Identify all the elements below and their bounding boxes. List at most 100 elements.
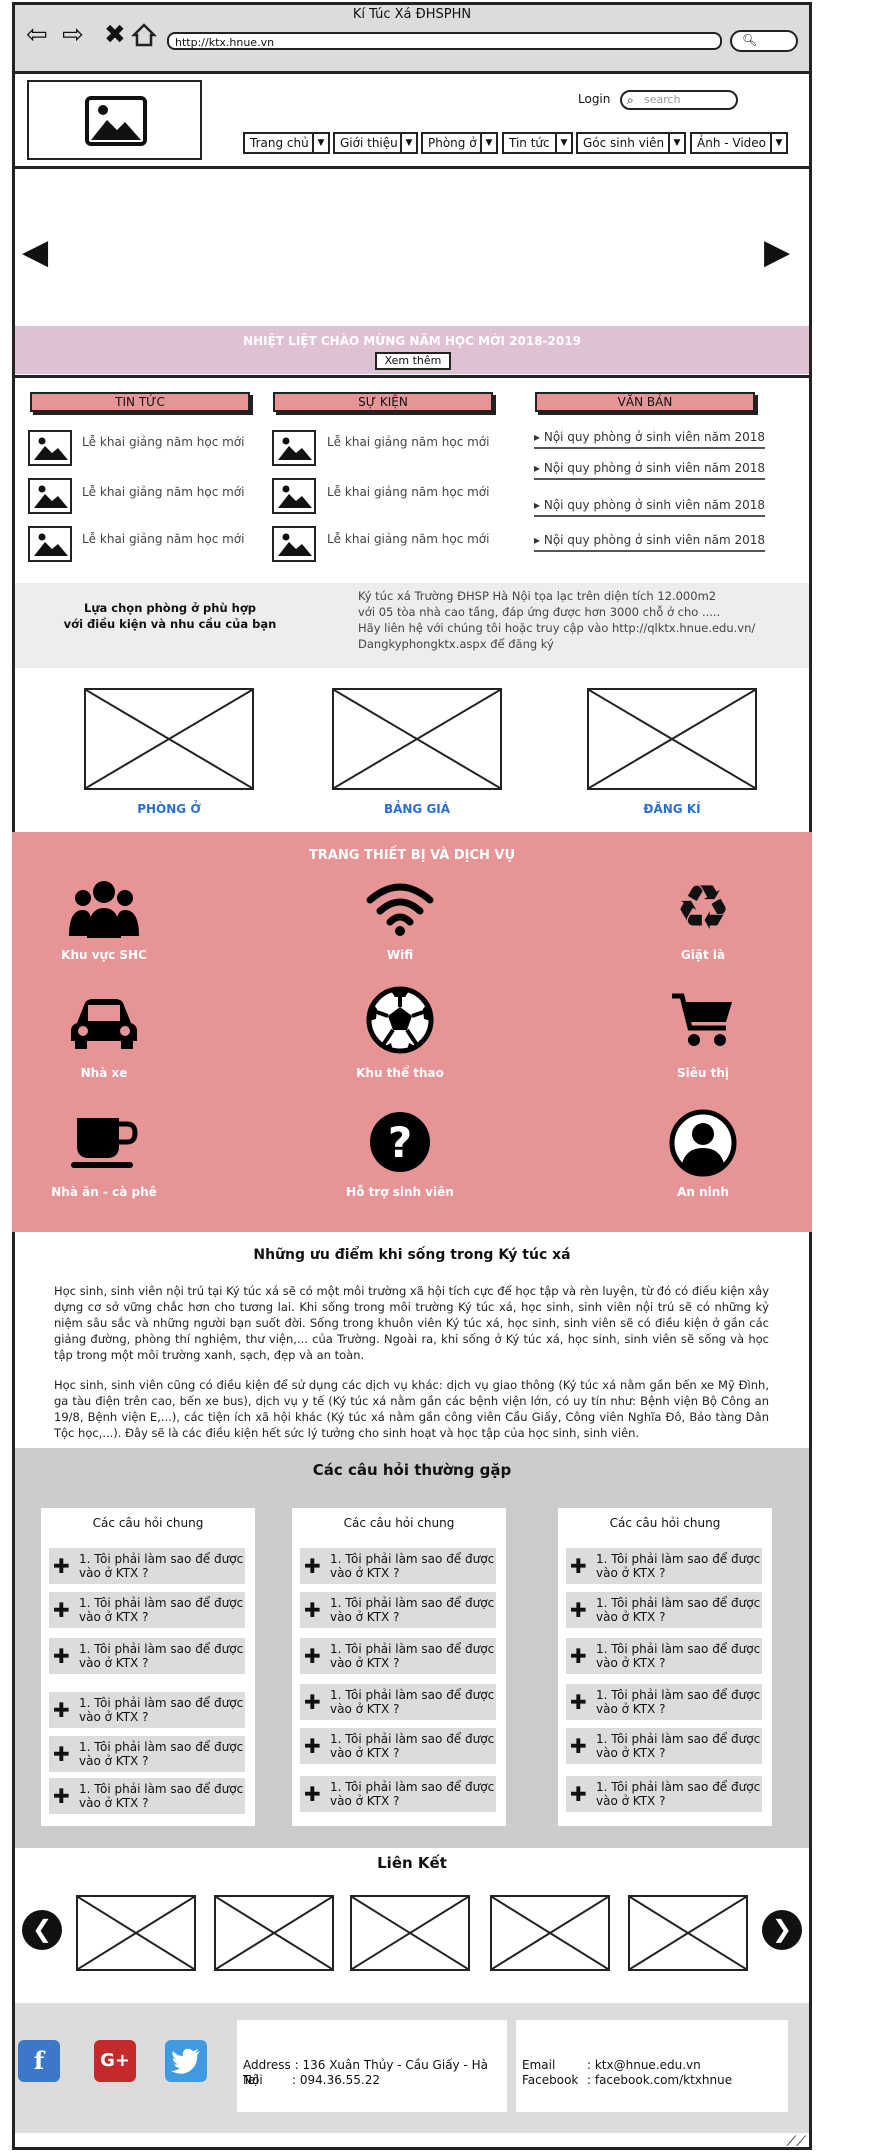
service-label: Nhà ăn - cà phê bbox=[51, 1185, 157, 1199]
dropdown-arrow-icon: ▼ bbox=[668, 134, 684, 152]
contact-box: Email: ktx@hnue.edu.vn Facebook: faceboo… bbox=[516, 2020, 788, 2112]
plus-icon: ✚ bbox=[304, 1734, 321, 1758]
plus-icon: ✚ bbox=[53, 1644, 70, 1668]
faq-item[interactable]: ✚ 1. Tôi phải làm sao để được vào ở KTX ? bbox=[566, 1548, 762, 1584]
banner-text: NHIỆT LIỆT CHÀO MỪNG NĂM HỌC MỚI 2018-20… bbox=[243, 334, 581, 348]
price-image[interactable] bbox=[332, 688, 502, 790]
register-link[interactable]: ĐĂNG KÍ bbox=[587, 802, 757, 816]
event-item[interactable]: Lễ khai giảng năm học mới bbox=[327, 485, 489, 499]
partner-link-image[interactable] bbox=[350, 1895, 470, 1971]
close-icon[interactable]: ✖ bbox=[104, 22, 126, 48]
room-image[interactable] bbox=[84, 688, 254, 790]
news-item[interactable]: Lễ khai giảng năm học mới bbox=[82, 485, 244, 499]
faq-item[interactable]: ✚ 1. Tôi phải làm sao để được vào ở KTX ? bbox=[566, 1592, 762, 1628]
faq-item[interactable]: ✚ 1. Tôi phải làm sao để được vào ở KTX ? bbox=[49, 1736, 245, 1772]
twitter-icon[interactable] bbox=[165, 2040, 207, 2082]
news-thumbnail[interactable] bbox=[28, 430, 72, 466]
dropdown-arrow-icon: ▼ bbox=[400, 134, 416, 152]
plus-icon: ✚ bbox=[570, 1554, 587, 1578]
search-input[interactable]: ⌕ search bbox=[620, 90, 738, 110]
svg-text:?: ? bbox=[388, 1118, 412, 1167]
news-item[interactable]: Lễ khai giảng năm học mới bbox=[82, 532, 244, 546]
see-more-button[interactable]: Xem thêm bbox=[375, 352, 451, 370]
faq-card: Các câu hỏi chung ✚ 1. Tôi phải làm sao đ… bbox=[292, 1508, 506, 1826]
faq-item[interactable]: ✚ 1. Tôi phải làm sao để được vào ở KTX ? bbox=[49, 1638, 245, 1674]
plus-icon: ✚ bbox=[53, 1784, 70, 1808]
room-link[interactable]: PHÒNG Ở bbox=[84, 802, 254, 816]
news-item[interactable]: Lễ khai giảng năm học mới bbox=[82, 435, 244, 449]
faq-card: Các câu hỏi chung ✚ 1. Tôi phải làm sao đ… bbox=[558, 1508, 772, 1826]
register-image[interactable] bbox=[587, 688, 757, 790]
faq-item[interactable]: ✚ 1. Tôi phải làm sao để được vào ở KTX ? bbox=[300, 1684, 496, 1720]
address-box: Address : 136 Xuân Thủy - Cầu Giấy - Hà … bbox=[237, 2020, 507, 2112]
browser-search-box[interactable]: 🔍︎ bbox=[730, 30, 798, 52]
news-thumbnail[interactable] bbox=[28, 526, 72, 562]
resize-handle-icon[interactable]: ⟋⟋ bbox=[786, 2134, 806, 2150]
login-link[interactable]: Login bbox=[578, 92, 610, 106]
faq-item[interactable]: ✚ 1. Tôi phải làm sao để được vào ở KTX ? bbox=[566, 1638, 762, 1674]
news-thumbnail[interactable] bbox=[28, 478, 72, 514]
partner-link-image[interactable] bbox=[76, 1895, 196, 1971]
address-bar[interactable]: http://ktx.hnue.vn bbox=[167, 32, 722, 50]
doc-link[interactable]: ▸ Nội quy phòng ở sinh viên năm 2018 bbox=[534, 430, 766, 449]
home-icon[interactable] bbox=[130, 22, 158, 52]
search-icon: 🔍︎ bbox=[742, 33, 758, 47]
price-link[interactable]: BẢNG GIÁ bbox=[332, 802, 502, 816]
carousel-prev-icon[interactable]: ❮ bbox=[22, 1910, 62, 1950]
faq-item[interactable]: ✚ 1. Tôi phải làm sao để được vào ở KTX ? bbox=[300, 1592, 496, 1628]
event-thumbnail[interactable] bbox=[272, 430, 316, 466]
slider-prev-icon[interactable]: ◀ bbox=[22, 235, 48, 269]
menu-anh-video[interactable]: Ảnh - Video ▼ bbox=[690, 132, 788, 154]
menu-gioi-thieu[interactable]: Giới thiệu ▼ bbox=[333, 132, 418, 154]
doc-link[interactable]: ▸ Nội quy phòng ở sinh viên năm 2018 bbox=[534, 461, 766, 480]
faq-item[interactable]: ✚ 1. Tôi phải làm sao để được vào ở KTX ? bbox=[566, 1776, 762, 1812]
event-thumbnail[interactable] bbox=[272, 526, 316, 562]
event-item[interactable]: Lễ khai giảng năm học mới bbox=[327, 532, 489, 546]
plus-icon: ✚ bbox=[304, 1598, 321, 1622]
faq-item[interactable]: ✚ 1. Tôi phải làm sao để được vào ở KTX ? bbox=[300, 1638, 496, 1674]
event-thumbnail[interactable] bbox=[272, 478, 316, 514]
email-line[interactable]: Email: ktx@hnue.edu.vn bbox=[522, 2058, 701, 2073]
doc-link[interactable]: ▸ Nội quy phòng ở sinh viên năm 2018 bbox=[534, 498, 766, 517]
back-arrow-icon[interactable]: ⇦ bbox=[26, 22, 48, 48]
faq-item[interactable]: ✚ 1. Tôi phải làm sao để được vào ở KTX ? bbox=[300, 1776, 496, 1812]
plus-icon: ✚ bbox=[570, 1598, 587, 1622]
faq-item[interactable]: ✚ 1. Tôi phải làm sao để được vào ở KTX ? bbox=[566, 1728, 762, 1764]
faq-item[interactable]: ✚ 1. Tôi phải làm sao để được vào ở KTX ? bbox=[566, 1684, 762, 1720]
faq-item[interactable]: ✚ 1. Tôi phải làm sao để được vào ở KTX ? bbox=[300, 1728, 496, 1764]
plus-icon: ✚ bbox=[304, 1554, 321, 1578]
people-icon bbox=[64, 878, 144, 946]
doc-link[interactable]: ▸ Nội quy phòng ở sinh viên năm 2018 bbox=[534, 533, 766, 552]
menu-tin-tuc[interactable]: Tin tức ▼ bbox=[502, 132, 573, 154]
slider-next-icon[interactable]: ▶ bbox=[764, 235, 790, 269]
plus-icon: ✚ bbox=[570, 1690, 587, 1714]
dropdown-arrow-icon: ▼ bbox=[480, 134, 496, 152]
service-label: Khu thể thao bbox=[356, 1066, 444, 1080]
faq-item[interactable]: ✚ 1. Tôi phải làm sao để được vào ở KTX ? bbox=[49, 1692, 245, 1728]
soccer-ball-icon bbox=[360, 985, 440, 1059]
facebook-icon[interactable]: f bbox=[18, 2040, 60, 2082]
partner-link-image[interactable] bbox=[628, 1895, 748, 1971]
menu-goc-sinh-vien[interactable]: Góc sinh viên ▼ bbox=[576, 132, 686, 154]
dropdown-arrow-icon: ▼ bbox=[555, 134, 571, 152]
plus-icon: ✚ bbox=[570, 1782, 587, 1806]
faq-item[interactable]: ✚ 1. Tôi phải làm sao để được vào ở KTX ? bbox=[49, 1592, 245, 1628]
faq-card: Các câu hỏi chung ✚ 1. Tôi phải làm sao đ… bbox=[41, 1508, 255, 1826]
google-plus-icon[interactable]: G+ bbox=[94, 2040, 136, 2082]
partner-link-image[interactable] bbox=[214, 1895, 334, 1971]
faq-item[interactable]: ✚ 1. Tôi phải làm sao để được vào ở KTX ? bbox=[300, 1548, 496, 1584]
facebook-line[interactable]: Facebook: facebook.com/ktxhnue bbox=[522, 2073, 732, 2088]
window-title: Kí Túc Xá ĐHSPHN bbox=[352, 7, 472, 22]
user-circle-icon bbox=[663, 1108, 743, 1182]
event-item[interactable]: Lễ khai giảng năm học mới bbox=[327, 435, 489, 449]
partner-link-image[interactable] bbox=[490, 1895, 610, 1971]
faq-item[interactable]: ✚ 1. Tôi phải làm sao để được vào ở KTX ? bbox=[49, 1548, 245, 1584]
faq-item[interactable]: ✚ 1. Tôi phải làm sao để được vào ở KTX ? bbox=[49, 1778, 245, 1814]
site-logo[interactable] bbox=[27, 80, 202, 160]
carousel-next-icon[interactable]: ❯ bbox=[762, 1910, 802, 1950]
coffee-cup-icon bbox=[64, 1112, 144, 1176]
menu-phong-o[interactable]: Phòng ở ▼ bbox=[421, 132, 498, 154]
wifi-icon bbox=[360, 880, 440, 940]
forward-arrow-icon[interactable]: ⇨ bbox=[62, 22, 84, 48]
menu-trang-chu[interactable]: Trang chủ ▼ bbox=[243, 132, 330, 154]
